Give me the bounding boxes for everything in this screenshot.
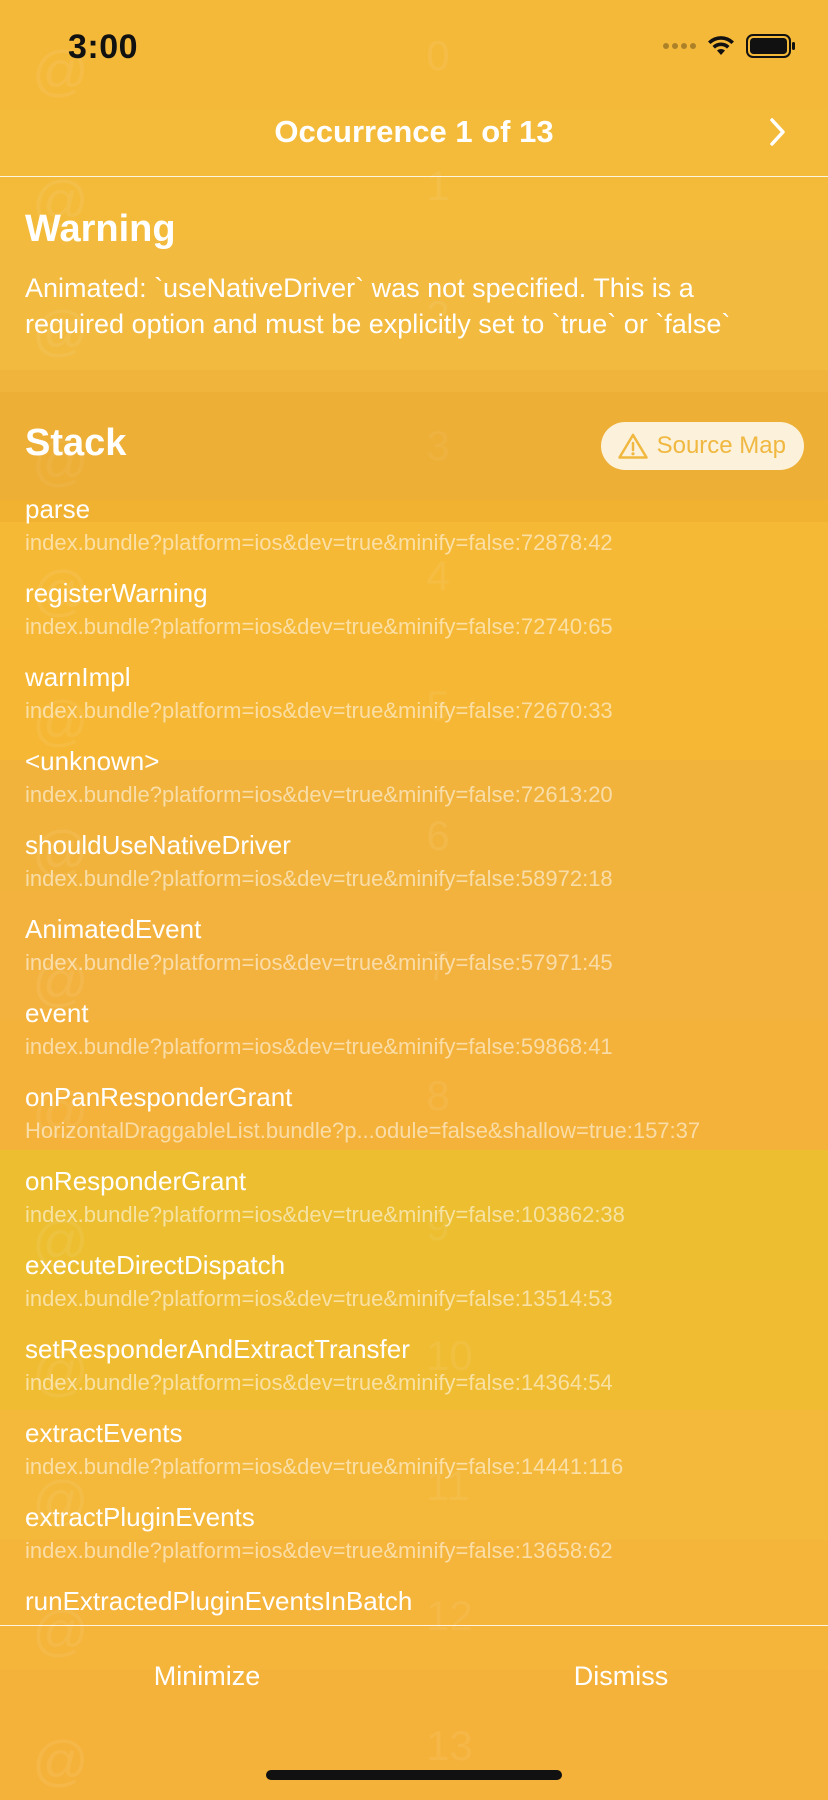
stack-frame[interactable]: onResponderGrant index.bundle?platform=io… [25, 1166, 815, 1250]
source-map-button[interactable]: Source Map [600, 422, 804, 470]
stack-frame-method: shouldUseNativeDriver [25, 830, 291, 860]
stack-frame-location: index.bundle?platform=ios&dev=true&minif… [25, 950, 613, 975]
stack-frame-method: extractPluginEvents [25, 1502, 255, 1532]
warning-message: Animated: `useNativeDriver` was not spec… [25, 273, 731, 339]
battery-icon [746, 34, 795, 58]
stack-frame-method: extractEvents [25, 1418, 183, 1448]
stack-frame-method: event [25, 998, 89, 1028]
stack-frame-location: index.bundle?platform=ios&dev=true&minif… [25, 698, 613, 723]
stack-frame-location: index.bundle?platform=ios&dev=true&minif… [25, 530, 613, 555]
stack-frame-method: setResponderAndExtractTransfer [25, 1334, 410, 1364]
stack-frame-method: registerWarning [25, 578, 208, 608]
stack-frame[interactable]: AnimatedEvent index.bundle?platform=ios&d… [25, 914, 815, 998]
stack-frame[interactable]: extractEvents index.bundle?platform=ios&d… [25, 1418, 815, 1502]
stack-frame-location: index.bundle?platform=ios&dev=true&minif… [25, 1454, 624, 1479]
footer-bar: Minimize Dismiss [0, 1625, 828, 1793]
stack-frame-location: index.bundle?platform=ios&dev=true&minif… [25, 614, 613, 639]
minimize-button[interactable]: Minimize [0, 1626, 414, 1726]
stack-frame[interactable]: runExtractedPluginEventsInBatch [25, 1586, 815, 1624]
stack-frame-method: warnImpl [25, 662, 131, 692]
occurrence-title: Occurrence 1 of 13 [274, 114, 554, 149]
stack-frame-location: index.bundle?platform=ios&dev=true&minif… [25, 1286, 613, 1311]
stack-frame-location: index.bundle?platform=ios&dev=true&minif… [25, 1034, 613, 1059]
stack-frame-location: HorizontalDraggableList.bundle?p...odule… [25, 1118, 701, 1143]
stack-frame[interactable]: shouldUseNativeDriver index.bundle?platfo… [25, 830, 815, 914]
wifi-icon [708, 36, 734, 55]
stack-frame-method: <unknown> [25, 746, 160, 776]
stack-frame-location: index.bundle?platform=ios&dev=true&minif… [25, 866, 613, 891]
stack-frame-location: index.bundle?platform=ios&dev=true&minif… [25, 1370, 613, 1395]
stack-frame-method: executeDirectDispatch [25, 1250, 286, 1280]
stack-frame-method: runExtractedPluginEventsInBatch [25, 1586, 413, 1616]
stack-frame[interactable]: <unknown> index.bundle?platform=ios&dev=t… [25, 746, 815, 830]
warning-title: Warning [25, 208, 176, 250]
status-time: 3:00 [68, 28, 139, 66]
stack-frame-location: index.bundle?platform=ios&dev=true&minif… [25, 782, 613, 807]
stack-frame-list[interactable]: parse index.bundle?platform=ios&dev=true&… [0, 494, 828, 1624]
stack-frame[interactable]: executeDirectDispatch index.bundle?platfo… [25, 1250, 815, 1334]
stack-frame[interactable]: setResponderAndExtractTransfer index.bund… [25, 1334, 815, 1418]
dismiss-button[interactable]: Dismiss [414, 1626, 828, 1726]
stack-frame[interactable]: parse index.bundle?platform=ios&dev=true&… [25, 494, 815, 578]
stack-frame-method: onResponderGrant [25, 1166, 247, 1196]
stack-frame[interactable]: onPanResponderGrant HorizontalDraggableLi… [25, 1082, 815, 1166]
next-occurrence-button[interactable] [758, 112, 798, 152]
source-map-label: Source Map [656, 432, 786, 459]
stack-frame[interactable]: registerWarning index.bundle?platform=ios… [25, 578, 815, 662]
stack-frame-location: index.bundle?platform=ios&dev=true&minif… [25, 1538, 613, 1563]
cellular-signal-icon [663, 43, 696, 49]
status-bar: 3:00 [0, 0, 828, 96]
chevron-right-icon [770, 118, 785, 146]
stack-frame-method: parse [25, 494, 91, 524]
stack-frame-method: onPanResponderGrant [25, 1082, 293, 1112]
stack-frame[interactable]: event index.bundle?platform=ios&dev=true&… [25, 998, 815, 1082]
warning-triangle-icon [617, 433, 648, 459]
home-indicator [266, 1770, 562, 1780]
stack-frame-method: AnimatedEvent [25, 914, 202, 944]
occurrence-header: Occurrence 1 of 13 [0, 100, 828, 177]
stack-frame[interactable]: warnImpl index.bundle?platform=ios&dev=tr… [25, 662, 815, 746]
warning-section: Warning Animated: `useNativeDriver` was … [0, 178, 828, 392]
stack-title: Stack [25, 422, 127, 464]
stack-frame[interactable]: extractPluginEvents index.bundle?platform… [25, 1502, 815, 1586]
status-icons [663, 34, 796, 58]
stack-frame-location: index.bundle?platform=ios&dev=true&minif… [25, 1202, 625, 1227]
